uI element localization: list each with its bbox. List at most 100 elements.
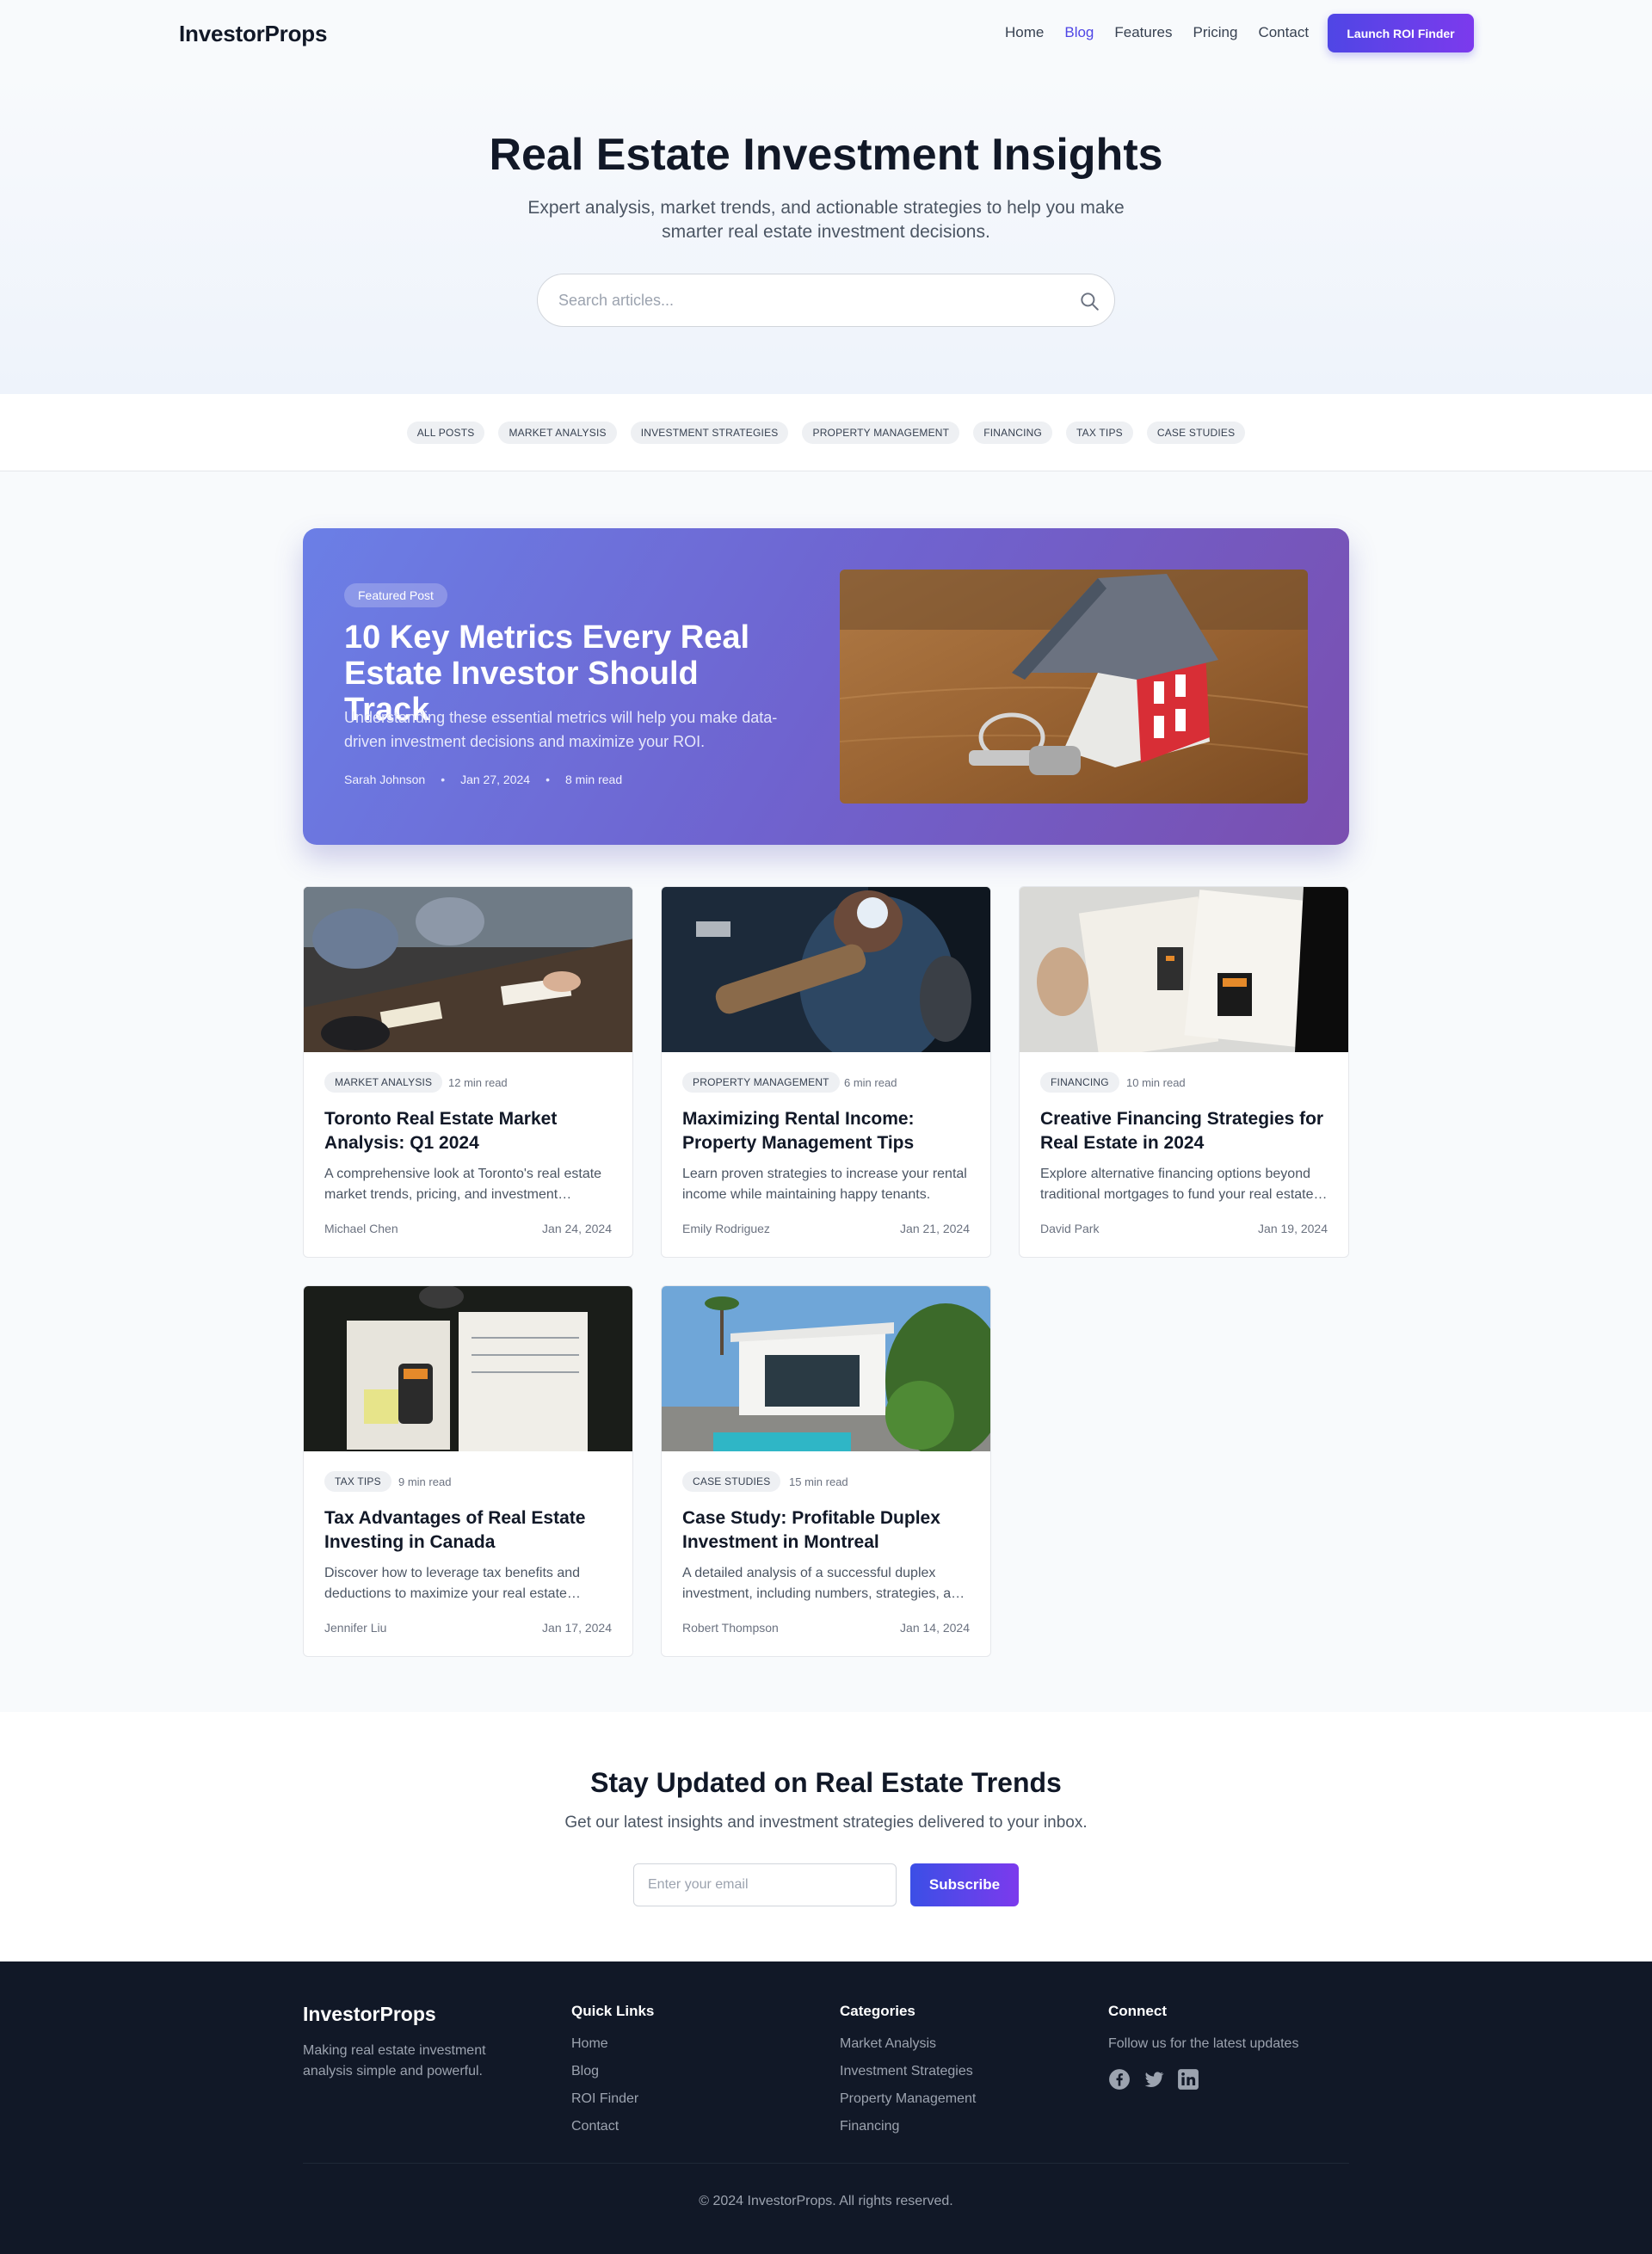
newsletter-title: Stay Updated on Real Estate Trends bbox=[590, 1767, 1062, 1798]
post-read-time: 9 min read bbox=[398, 1475, 452, 1488]
footer-link-roi-finder[interactable]: ROI Finder bbox=[571, 2089, 654, 2116]
category-chip-all-posts[interactable]: All Posts bbox=[406, 422, 485, 444]
footer-connect: Connect Follow us for the latest updates bbox=[1108, 2003, 1298, 2091]
footer-link-investment-strategies[interactable]: Investment Strategies bbox=[840, 2061, 976, 2089]
category-chip-case-studies[interactable]: Case Studies bbox=[1146, 422, 1246, 444]
search-placeholder: Search articles... bbox=[558, 292, 675, 309]
search-icon[interactable] bbox=[1078, 290, 1100, 312]
hero-subtitle: Expert analysis, market trends, and acti… bbox=[527, 198, 1125, 242]
footer-quick-links: Quick Links Home Blog ROI Finder Contact bbox=[571, 2003, 654, 2144]
category-filter-bar: All Posts Market Analysis Investment Str… bbox=[0, 394, 1652, 471]
post-tag[interactable]: Tax Tips bbox=[324, 1471, 391, 1492]
category-chips: All Posts Market Analysis Investment Str… bbox=[0, 422, 1652, 444]
post-tag[interactable]: Property Management bbox=[682, 1072, 840, 1093]
post-description: A comprehensive look at Toronto's real e… bbox=[324, 1167, 602, 1202]
footer-link-financing[interactable]: Financing bbox=[840, 2116, 976, 2144]
nav-links: Home Blog Features Pricing Contact bbox=[1005, 24, 1329, 41]
post-author: Jennifer Liu bbox=[324, 1621, 387, 1635]
footer-copyright: © 2024 InvestorProps. All rights reserve… bbox=[699, 2194, 953, 2208]
featured-date: Jan 27, 2024 bbox=[460, 773, 531, 786]
post-title[interactable]: Tax Advantages of Real Estate Investing … bbox=[324, 1506, 613, 1555]
post-date: Jan 24, 2024 bbox=[542, 1222, 612, 1235]
featured-post-card[interactable]: Featured Post 10 Key Metrics Every Real … bbox=[303, 528, 1349, 845]
footer-connect-text: Follow us for the latest updates bbox=[1108, 2036, 1299, 2051]
post-card[interactable]: Financing 10 min read Creative Financing… bbox=[1019, 886, 1349, 1258]
footer-heading: Connect bbox=[1108, 2003, 1167, 2019]
featured-badge: Featured Post bbox=[344, 583, 447, 607]
search-input[interactable]: Search articles... bbox=[537, 274, 1115, 327]
category-chip-investment-strategies[interactable]: Investment Strategies bbox=[630, 422, 789, 444]
page-title: Real Estate Investment Insights bbox=[489, 130, 1163, 180]
post-image[interactable] bbox=[304, 1286, 632, 1451]
post-date: Jan 17, 2024 bbox=[542, 1621, 612, 1635]
footer-categories: Categories Market Analysis Investment St… bbox=[840, 2003, 976, 2144]
post-image[interactable] bbox=[304, 887, 632, 1052]
post-tag[interactable]: Case Studies bbox=[682, 1471, 781, 1492]
facebook-icon[interactable] bbox=[1108, 2068, 1131, 2091]
post-read-time: 10 min read bbox=[1126, 1076, 1186, 1089]
post-image[interactable] bbox=[1020, 887, 1348, 1052]
footer-link-market-analysis[interactable]: Market Analysis bbox=[840, 2034, 976, 2061]
footer-tagline: Making real estate investment analysis s… bbox=[303, 2043, 486, 2078]
post-title[interactable]: Maximizing Rental Income: Property Manag… bbox=[682, 1107, 971, 1155]
linkedin-icon[interactable] bbox=[1177, 2068, 1199, 2091]
post-card[interactable]: Market Analysis 12 min read Toronto Real… bbox=[303, 886, 633, 1258]
featured-author: Sarah Johnson bbox=[344, 773, 426, 786]
footer-divider bbox=[303, 2163, 1349, 2164]
twitter-icon[interactable] bbox=[1143, 2068, 1165, 2091]
post-read-time: 6 min read bbox=[844, 1076, 897, 1089]
brand-logo[interactable]: InvestorProps bbox=[179, 21, 327, 47]
post-author: Robert Thompson bbox=[682, 1621, 779, 1635]
post-image[interactable] bbox=[662, 887, 990, 1052]
launch-roi-finder-button[interactable]: Launch ROI Finder bbox=[1328, 14, 1474, 52]
post-date: Jan 14, 2024 bbox=[900, 1621, 970, 1635]
category-chip-property-management[interactable]: Property Management bbox=[802, 422, 960, 444]
nav-link-pricing[interactable]: Pricing bbox=[1193, 24, 1237, 41]
newsletter-section: Stay Updated on Real Estate Trends Get o… bbox=[0, 1712, 1652, 1961]
featured-read-time: 8 min read bbox=[564, 773, 623, 786]
post-date: Jan 19, 2024 bbox=[1258, 1222, 1328, 1235]
post-title[interactable]: Case Study: Profitable Duplex Investment… bbox=[682, 1506, 971, 1555]
post-tag[interactable]: Financing bbox=[1040, 1072, 1119, 1093]
hero-section: Real Estate Investment Insights Expert a… bbox=[0, 67, 1652, 394]
newsletter-subtitle: Get our latest insights and investment s… bbox=[564, 1814, 1088, 1832]
site-footer: InvestorProps Making real estate investm… bbox=[0, 1961, 1652, 2254]
nav-link-features[interactable]: Features bbox=[1114, 24, 1172, 41]
post-card[interactable]: Tax Tips 9 min read Tax Advantages of Re… bbox=[303, 1285, 633, 1657]
nav-link-contact[interactable]: Contact bbox=[1258, 24, 1309, 41]
footer-brand[interactable]: InvestorProps bbox=[303, 2003, 436, 2026]
post-image[interactable] bbox=[662, 1286, 990, 1451]
post-description: A detailed analysis of a successful dupl… bbox=[682, 1566, 966, 1601]
nav-link-blog[interactable]: Blog bbox=[1064, 24, 1094, 41]
meta-separator: • bbox=[441, 773, 446, 786]
category-chip-market-analysis[interactable]: Market Analysis bbox=[498, 422, 617, 444]
post-title[interactable]: Toronto Real Estate Market Analysis: Q1 … bbox=[324, 1107, 613, 1155]
footer-heading: Categories bbox=[840, 2003, 915, 2019]
post-read-time: 15 min read bbox=[789, 1475, 848, 1488]
post-card[interactable]: Property Management 6 min read Maximizin… bbox=[661, 886, 991, 1258]
post-read-time: 12 min read bbox=[448, 1076, 508, 1089]
nav-link-home[interactable]: Home bbox=[1005, 24, 1044, 41]
meta-separator: • bbox=[546, 773, 550, 786]
top-nav: InvestorProps Home Blog Features Pricing… bbox=[0, 0, 1652, 67]
post-date: Jan 21, 2024 bbox=[900, 1222, 970, 1235]
footer-heading: Quick Links bbox=[571, 2003, 655, 2019]
category-chip-financing[interactable]: Financing bbox=[973, 422, 1053, 444]
post-tag[interactable]: Market Analysis bbox=[324, 1072, 443, 1093]
post-card[interactable]: Case Studies 15 min read Case Study: Pro… bbox=[661, 1285, 991, 1657]
footer-link-home[interactable]: Home bbox=[571, 2034, 654, 2061]
featured-meta: Sarah Johnson • Jan 27, 2024 • 8 min rea… bbox=[344, 773, 622, 786]
post-description: Learn proven strategies to increase your… bbox=[682, 1167, 967, 1202]
post-title[interactable]: Creative Financing Strategies for Real E… bbox=[1040, 1107, 1329, 1155]
post-description: Explore alternative financing options be… bbox=[1040, 1167, 1314, 1202]
featured-image[interactable] bbox=[840, 570, 1308, 804]
footer-link-property-management[interactable]: Property Management bbox=[840, 2089, 976, 2116]
footer-link-contact[interactable]: Contact bbox=[571, 2116, 654, 2144]
newsletter-email-input[interactable]: Enter your email bbox=[633, 1863, 897, 1906]
post-author: Emily Rodriguez bbox=[682, 1222, 770, 1235]
social-links bbox=[1108, 2068, 1298, 2091]
featured-description: Understanding these essential metrics wi… bbox=[344, 709, 778, 750]
footer-link-blog[interactable]: Blog bbox=[571, 2061, 654, 2089]
subscribe-button[interactable]: Subscribe bbox=[910, 1863, 1019, 1906]
category-chip-tax-tips[interactable]: Tax Tips bbox=[1066, 422, 1133, 444]
